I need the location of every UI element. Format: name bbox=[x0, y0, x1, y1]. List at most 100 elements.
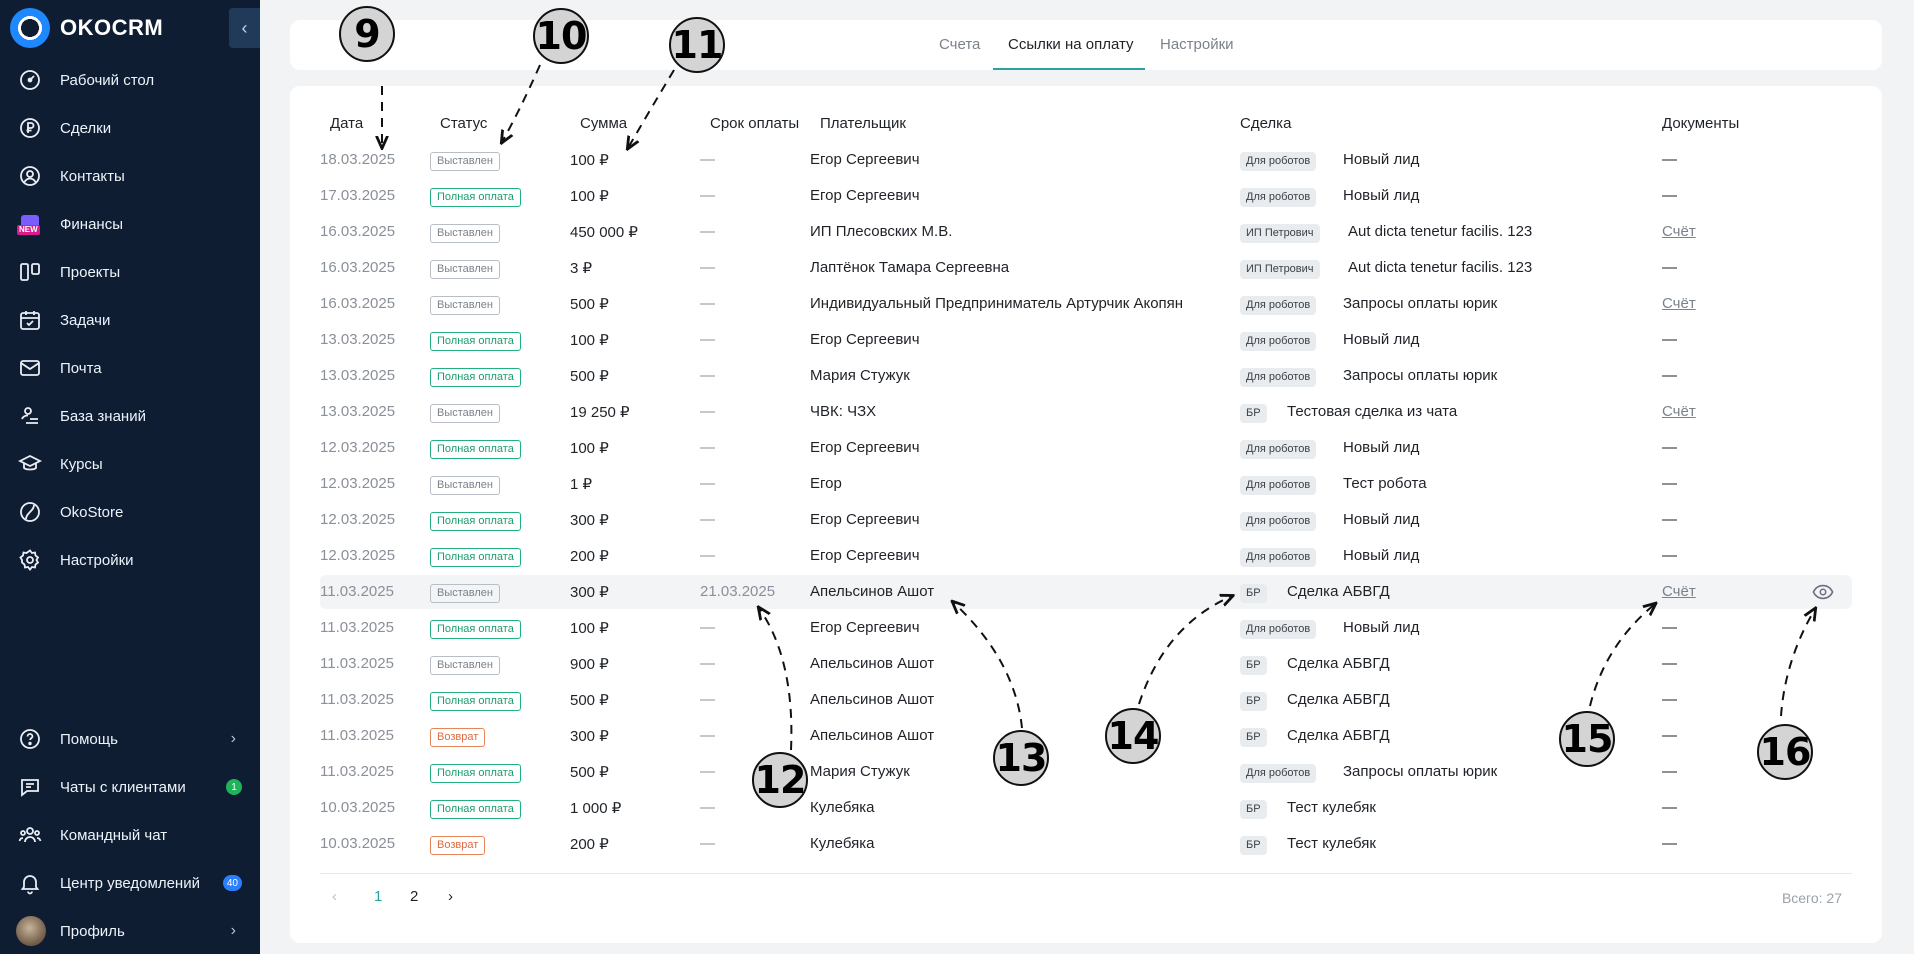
nav-item-deals[interactable]: Сделки bbox=[0, 104, 260, 152]
deal-name[interactable]: Тест робота bbox=[1343, 475, 1427, 492]
payer-name[interactable]: Егор bbox=[810, 475, 842, 492]
column-header-sum[interactable]: Сумма bbox=[580, 115, 627, 132]
column-header-deal[interactable]: Сделка bbox=[1240, 115, 1291, 132]
payer-name[interactable]: Кулебяка bbox=[810, 799, 874, 816]
nav-item-courses[interactable]: Курсы bbox=[0, 440, 260, 488]
payer-name[interactable]: Апельсинов Ашот bbox=[810, 727, 934, 744]
table-row[interactable]: 12.03.2025 Полная оплата 200 ₽ — Егор Сергее… bbox=[320, 539, 1852, 573]
payer-name[interactable]: Егор Сергеевич bbox=[810, 331, 920, 348]
payer-name[interactable]: Егор Сергеевич bbox=[810, 619, 920, 636]
nav-item-client-chats[interactable]: Чаты с клиентами 1 bbox=[0, 763, 260, 811]
nav-item-okostore[interactable]: OkoStore bbox=[0, 488, 260, 536]
table-row[interactable]: 11.03.2025 Выставлен 300 ₽ 21.03.2025 Апельс… bbox=[320, 575, 1852, 609]
table-row[interactable]: 18.03.2025 Выставлен 100 ₽ — Егор Сергеевич Д… bbox=[320, 143, 1852, 177]
pagination-page-2[interactable]: 2 bbox=[410, 888, 418, 905]
deal-name[interactable]: Сделка АБВГД bbox=[1287, 691, 1390, 708]
tab-settings[interactable]: Настройки bbox=[1160, 36, 1234, 53]
deal-name[interactable]: Новый лид bbox=[1343, 547, 1419, 564]
table-row[interactable]: 12.03.2025 Полная оплата 100 ₽ — Егор Сергее… bbox=[320, 431, 1852, 465]
payer-name[interactable]: ЧВК: ЧЗХ bbox=[810, 403, 876, 420]
nav-item-help[interactable]: Помощь › bbox=[0, 715, 260, 763]
pagination-page-1[interactable]: 1 bbox=[374, 888, 382, 905]
invoice-document-link[interactable]: Счёт bbox=[1662, 295, 1696, 312]
payer-name[interactable]: Апельсинов Ашот bbox=[810, 655, 934, 672]
payer-name[interactable]: Егор Сергеевич bbox=[810, 511, 920, 528]
invoice-document-link[interactable]: Счёт bbox=[1662, 583, 1696, 600]
table-row[interactable]: 17.03.2025 Полная оплата 100 ₽ — Егор Сергее… bbox=[320, 179, 1852, 213]
deal-name[interactable]: Новый лид bbox=[1343, 439, 1419, 456]
table-row[interactable]: 11.03.2025 Полная оплата 500 ₽ — Мария Стужу… bbox=[320, 755, 1852, 789]
table-row[interactable]: 16.03.2025 Выставлен 450 000 ₽ — ИП Плесовск… bbox=[320, 215, 1852, 249]
payer-name[interactable]: Егор Сергеевич bbox=[810, 439, 920, 456]
pagination-next-button[interactable]: › bbox=[448, 888, 453, 905]
deal-name[interactable]: Тест кулебяк bbox=[1287, 835, 1376, 852]
nav-item-tasks[interactable]: Задачи bbox=[0, 296, 260, 344]
invoice-document-link[interactable]: Счёт bbox=[1662, 403, 1696, 420]
table-row[interactable]: 11.03.2025 Полная оплата 100 ₽ — Егор Сергее… bbox=[320, 611, 1852, 645]
payer-name[interactable]: Егор Сергеевич bbox=[810, 151, 920, 168]
deal-name[interactable]: Новый лид bbox=[1343, 619, 1419, 636]
deal-name[interactable]: Запросы оплаты юрик bbox=[1343, 367, 1497, 384]
table-row[interactable]: 13.03.2025 Выставлен 19 250 ₽ — ЧВК: ЧЗХ БР Те… bbox=[320, 395, 1852, 429]
eye-icon[interactable] bbox=[1812, 583, 1834, 601]
deal-name[interactable]: Сделка АБВГД bbox=[1287, 655, 1390, 672]
nav-item-mail[interactable]: Почта bbox=[0, 344, 260, 392]
table-row[interactable]: 11.03.2025 Полная оплата 500 ₽ — Апельсинов … bbox=[320, 683, 1852, 717]
deal-name[interactable]: Сделка АБВГД bbox=[1287, 727, 1390, 744]
nav-item-settings[interactable]: Настройки bbox=[0, 536, 260, 584]
nav-item-finance[interactable]: NEW Финансы bbox=[0, 200, 260, 248]
column-header-payer[interactable]: Плательщик bbox=[820, 115, 906, 132]
invoice-document-link[interactable]: Счёт bbox=[1662, 223, 1696, 240]
column-header-due-date[interactable]: Срок оплаты bbox=[710, 115, 799, 132]
deal-name[interactable]: Тест кулебяк bbox=[1287, 799, 1376, 816]
table-row[interactable]: 12.03.2025 Выставлен 1 ₽ — Егор Для роботов Те… bbox=[320, 467, 1852, 501]
table-row[interactable]: 11.03.2025 Выставлен 900 ₽ — Апельсинов Ашот… bbox=[320, 647, 1852, 681]
column-header-status[interactable]: Статус bbox=[440, 115, 487, 132]
payer-name[interactable]: Апельсинов Ашот bbox=[810, 583, 934, 600]
deal-name[interactable]: Aut dicta tenetur facilis. 123 bbox=[1348, 223, 1532, 240]
deal-name[interactable]: Сделка АБВГД bbox=[1287, 583, 1390, 600]
payer-name[interactable]: Кулебяка bbox=[810, 835, 874, 852]
table-row[interactable]: 12.03.2025 Полная оплата 300 ₽ — Егор Сергее… bbox=[320, 503, 1852, 537]
deal-name[interactable]: Новый лид bbox=[1343, 331, 1419, 348]
deal-name[interactable]: Новый лид bbox=[1343, 151, 1419, 168]
deal-name[interactable]: Тестовая сделка из чата bbox=[1287, 403, 1457, 420]
column-header-date[interactable]: Дата bbox=[330, 115, 363, 132]
nav-item-knowledge-base[interactable]: База знаний bbox=[0, 392, 260, 440]
payer-name[interactable]: Егор Сергеевич bbox=[810, 547, 920, 564]
payer-name[interactable]: Апельсинов Ашот bbox=[810, 691, 934, 708]
payer-name[interactable]: Мария Стужук bbox=[810, 367, 910, 384]
collapse-sidebar-button[interactable]: ‹ bbox=[229, 8, 260, 48]
table-row[interactable]: 16.03.2025 Выставлен 500 ₽ — Индивидуальный … bbox=[320, 287, 1852, 321]
nav-item-notifications[interactable]: Центр уведомлений 40 bbox=[0, 859, 260, 907]
nav-item-profile[interactable]: Профиль › bbox=[0, 907, 260, 954]
tab-invoices[interactable]: Счета bbox=[939, 36, 980, 53]
deal-name[interactable]: Запросы оплаты юрик bbox=[1343, 295, 1497, 312]
deal-name[interactable]: Aut dicta tenetur facilis. 123 bbox=[1348, 259, 1532, 276]
table-row[interactable]: 11.03.2025 Возврат 300 ₽ — Апельсинов Ашот БР… bbox=[320, 719, 1852, 753]
nav-item-dashboard[interactable]: Рабочий стол bbox=[0, 56, 260, 104]
payer-name[interactable]: Егор Сергеевич bbox=[810, 187, 920, 204]
tab-payment-links[interactable]: Ссылки на оплату bbox=[1008, 36, 1134, 53]
due-date: — bbox=[700, 727, 715, 744]
deal-tag-cell: Для роботов bbox=[1240, 763, 1317, 783]
nav-item-projects[interactable]: Проекты bbox=[0, 248, 260, 296]
payment-sum: 100 ₽ bbox=[570, 188, 609, 205]
deal-name[interactable]: Новый лид bbox=[1343, 187, 1419, 204]
table-row[interactable]: 10.03.2025 Полная оплата 1 000 ₽ — Кулебяка Б… bbox=[320, 791, 1852, 825]
payer-name[interactable]: Лаптёнок Тамара Сергеевна bbox=[810, 259, 1009, 276]
table-row[interactable]: 10.03.2025 Возврат 200 ₽ — Кулебяка БР Тест ку… bbox=[320, 827, 1852, 861]
payer-name[interactable]: Мария Стужук bbox=[810, 763, 910, 780]
brand[interactable]: OKOCRM bbox=[10, 8, 163, 48]
pagination-prev-button[interactable]: ‹ bbox=[332, 888, 337, 905]
deal-name[interactable]: Новый лид bbox=[1343, 511, 1419, 528]
table-row[interactable]: 13.03.2025 Полная оплата 100 ₽ — Егор Сергее… bbox=[320, 323, 1852, 357]
table-row[interactable]: 13.03.2025 Полная оплата 500 ₽ — Мария Стужу… bbox=[320, 359, 1852, 393]
nav-item-contacts[interactable]: Контакты bbox=[0, 152, 260, 200]
deal-name[interactable]: Запросы оплаты юрик bbox=[1343, 763, 1497, 780]
table-row[interactable]: 16.03.2025 Выставлен 3 ₽ — Лаптёнок Тамара С… bbox=[320, 251, 1852, 285]
column-header-documents[interactable]: Документы bbox=[1662, 115, 1739, 132]
nav-item-team-chat[interactable]: Командный чат bbox=[0, 811, 260, 859]
payer-name[interactable]: ИП Плесовских М.В. bbox=[810, 223, 952, 240]
payer-name[interactable]: Индивидуальный Предприниматель Артурчик … bbox=[810, 295, 1183, 312]
